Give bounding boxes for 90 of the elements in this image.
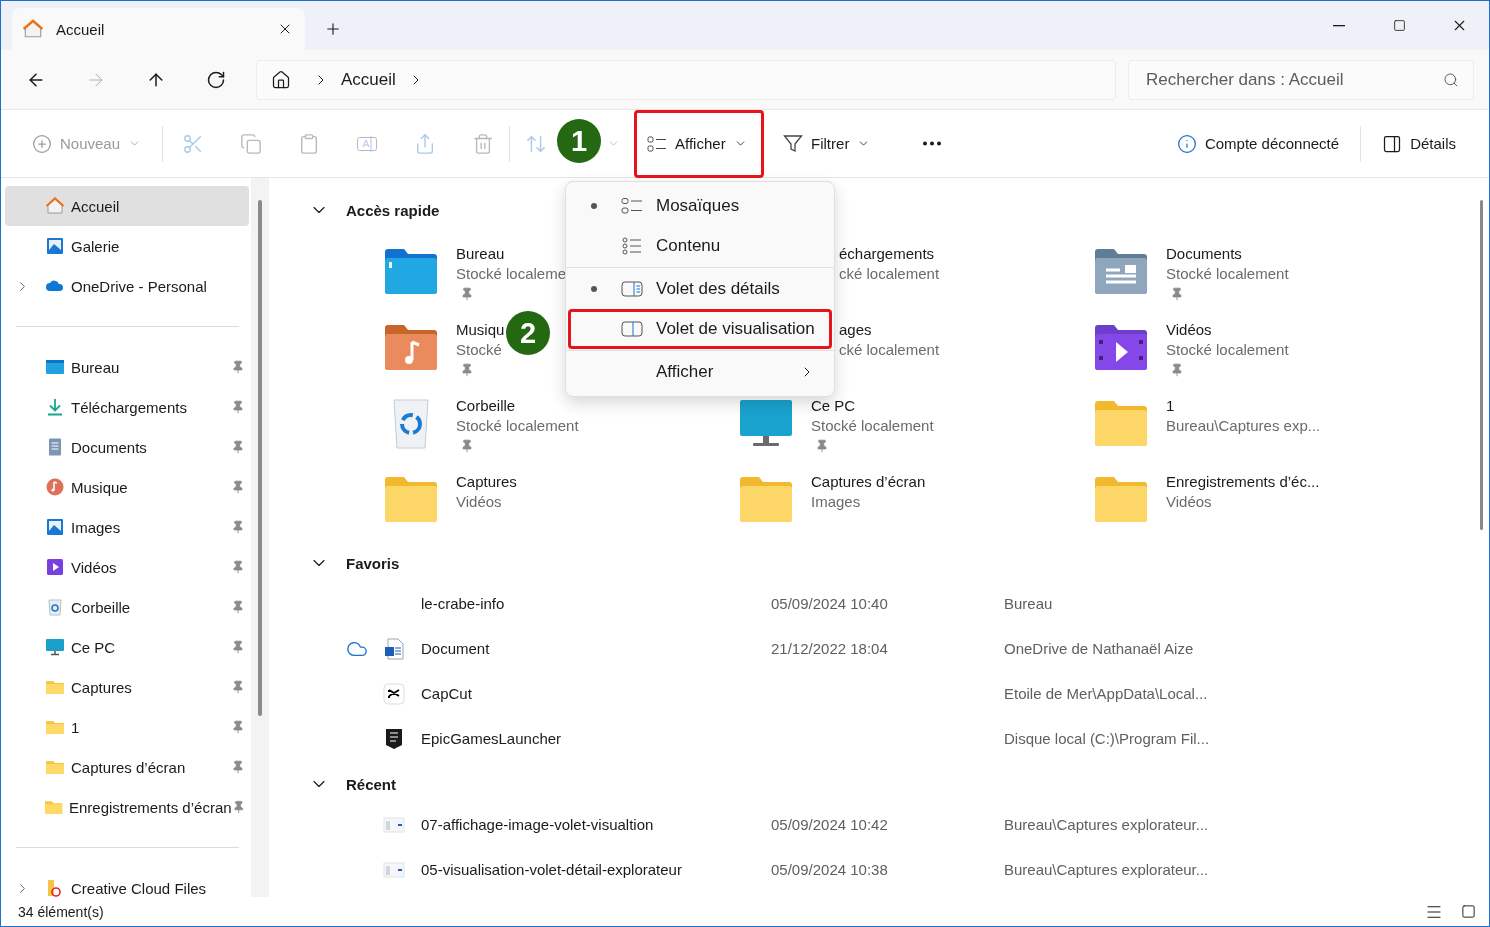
sidebar-item[interactable]: 1 xyxy=(5,707,249,747)
menu-item[interactable]: Volet de visualisation xyxy=(568,309,832,349)
section-title: Favoris xyxy=(346,554,400,572)
sidebar-item[interactable]: Images xyxy=(5,507,249,547)
file-row[interactable]: EpicGamesLauncher Disque local (C:)\Program Fil... xyxy=(346,716,1489,761)
tile-name: ages xyxy=(839,320,873,340)
sidebar-item[interactable]: Documents xyxy=(5,427,249,467)
tile-name: Vidéos xyxy=(1166,320,1213,340)
tile-detail: cké localement xyxy=(839,340,940,360)
menu-item[interactable]: Volet des détails xyxy=(568,269,832,309)
section-title: Accès rapide xyxy=(346,201,440,219)
file-location: OneDrive de Nathanaël Aize xyxy=(1004,640,1194,657)
file-location: Bureau xyxy=(1004,595,1053,612)
file-location: Bureau\Captures explorateur... xyxy=(1004,816,1209,833)
tile-name: échargements xyxy=(839,244,936,264)
file-name: 05-visualisation-volet-détail-explorateur xyxy=(421,861,683,878)
file-row[interactable]: 05-visualisation-volet-détail-explorateur 05/09/2024 10:38 Bureau\Captures explorateur... xyxy=(346,847,1489,892)
search-placeholder: Rechercher dans : Accueil xyxy=(1146,69,1345,90)
account-button[interactable]: Compte déconnecté xyxy=(1161,123,1355,164)
tile-name: Captures d’écran xyxy=(811,472,926,492)
step-badge: 2 xyxy=(506,311,550,355)
file-date: 05/09/2024 10:40 xyxy=(771,595,889,612)
file-date: 05/09/2024 10:42 xyxy=(771,816,889,833)
tile-detail: Stocké xyxy=(456,340,503,360)
sidebar-item[interactable]: Enregistrements d’écran xyxy=(5,787,249,827)
file-name: 07-affichage-image-volet-visualtion xyxy=(421,816,655,833)
tile-detail: Vidéos xyxy=(456,492,503,512)
tile-name: Bureau xyxy=(456,244,506,264)
folder-tile[interactable]: Corbeille Stocké localement xyxy=(384,396,739,472)
menu-item[interactable]: Contenu xyxy=(568,226,832,266)
sidebar-item[interactable]: Ce PC xyxy=(5,627,249,667)
tile-name: Musiqu xyxy=(456,320,505,340)
tile-detail: Stocké localeme xyxy=(456,264,567,284)
file-row[interactable]: le-crabe-info 05/09/2024 10:40 Bureau xyxy=(346,581,1489,626)
section-title: Récent xyxy=(346,775,397,793)
sidebar-item[interactable]: Captures xyxy=(5,667,249,707)
sidebar-item[interactable]: Téléchargements xyxy=(5,387,249,427)
sidebar-item[interactable]: Musique xyxy=(5,467,249,507)
filter-button[interactable]: Filtrer xyxy=(770,123,884,164)
file-row[interactable]: Document 21/12/2022 18:04 OneDrive de Nathanaël Aize xyxy=(346,626,1489,671)
tile-name: Documents xyxy=(1166,244,1243,264)
file-row[interactable]: CapCut Etoile de Mer\AppData\Local... xyxy=(346,671,1489,716)
sidebar-item[interactable]: Bureau xyxy=(5,347,249,387)
search-field[interactable]: Rechercher dans : Accueil xyxy=(1128,59,1474,100)
breadcrumb[interactable]: Accueil xyxy=(341,69,396,90)
tile-name: Captures xyxy=(456,472,517,492)
tile-detail: Images xyxy=(811,492,862,512)
folder-tile[interactable]: Captures d’écran Images xyxy=(739,472,1094,548)
file-date: 05/09/2024 10:38 xyxy=(771,861,889,878)
tile-detail: cké localement xyxy=(839,264,940,284)
sidebar-item[interactable]: OneDrive - Personal xyxy=(5,266,249,306)
tile-detail: Bureau\Captures exp... xyxy=(1166,416,1321,436)
view-button[interactable]: Afficher xyxy=(634,109,765,178)
tile-detail: Vidéos xyxy=(1166,492,1213,512)
address-bar[interactable]: Accueil xyxy=(256,59,1116,100)
sidebar-item[interactable]: Creative Cloud Files xyxy=(5,868,249,897)
item-count: 34 élément(s) xyxy=(18,903,105,920)
file-name: le-crabe-info xyxy=(421,595,506,612)
file-location: Bureau\Captures explorateur... xyxy=(1004,861,1209,878)
sidebar-item[interactable]: Captures d’écran xyxy=(5,747,249,787)
file-location: Disque local (C:)\Program Fil... xyxy=(1004,730,1210,747)
tile-detail: Stocké localement xyxy=(811,416,934,436)
folder-tile[interactable]: 1 Bureau\Captures exp... xyxy=(1094,396,1449,472)
details-button[interactable]: Détails xyxy=(1367,123,1471,164)
sidebar-item[interactable]: Accueil xyxy=(5,186,249,226)
file-location: Etoile de Mer\AppData\Local... xyxy=(1004,685,1208,702)
menu-item[interactable]: Afficher xyxy=(568,352,832,392)
tile-detail: Stocké localement xyxy=(456,416,579,436)
folder-tile[interactable]: Vidéos Stocké localement xyxy=(1094,320,1449,396)
folder-tile[interactable]: Ce PC Stocké localement xyxy=(739,396,1094,472)
folder-tile[interactable]: Documents Stocké localement xyxy=(1094,244,1449,320)
browser-tab[interactable]: Accueil xyxy=(12,8,305,50)
folder-tile[interactable]: Enregistrements d’éc... Vidéos xyxy=(1094,472,1449,548)
step-badge: 1 xyxy=(557,119,601,163)
file-row[interactable]: 07-affichage-image-volet-visualtion 05/09/2024 10:42 Bureau\Captures explorateur... xyxy=(346,802,1489,847)
tile-name: Enregistrements d’éc... xyxy=(1166,472,1320,492)
tile-name: 1 xyxy=(1166,396,1176,416)
file-name: CapCut xyxy=(421,685,473,702)
file-name: Document xyxy=(421,640,491,657)
sidebar-item[interactable]: Vidéos xyxy=(5,547,249,587)
sidebar-item[interactable]: Galerie xyxy=(5,226,249,266)
tile-name: Corbeille xyxy=(456,396,517,416)
tile-detail: Stocké localement xyxy=(1166,264,1289,284)
sidebar-item[interactable]: Corbeille xyxy=(5,587,249,627)
folder-tile[interactable]: Captures Vidéos xyxy=(384,472,739,548)
tile-name: Ce PC xyxy=(811,396,857,416)
tile-detail: Stocké localement xyxy=(1166,340,1289,360)
file-date: 21/12/2022 18:04 xyxy=(771,640,889,657)
file-name: EpicGamesLauncher xyxy=(421,730,563,747)
menu-item[interactable]: Mosaïques xyxy=(568,186,832,226)
